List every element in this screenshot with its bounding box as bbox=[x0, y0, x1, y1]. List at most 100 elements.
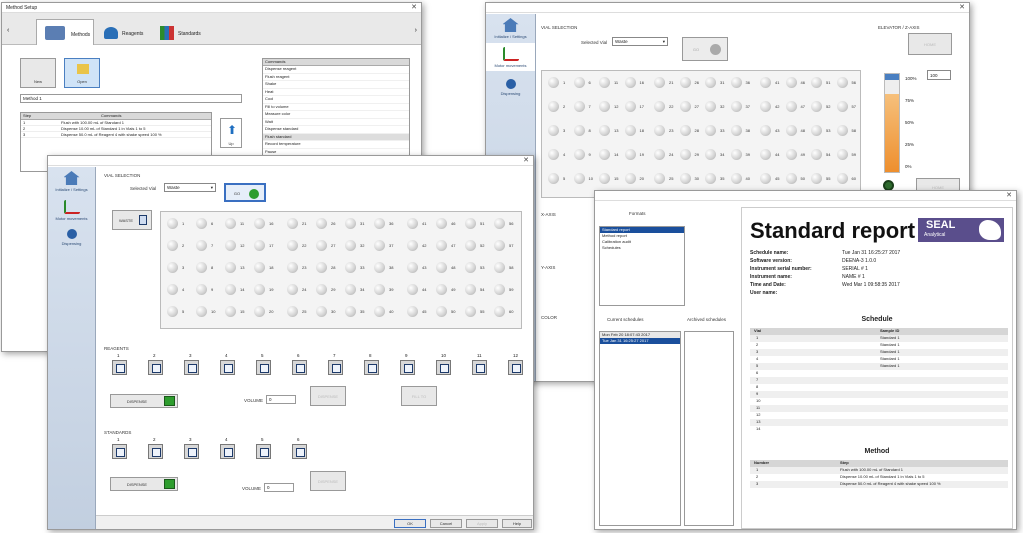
vial-button[interactable] bbox=[836, 101, 848, 112]
fill-to-button[interactable]: FILL TO bbox=[401, 386, 437, 406]
position-button[interactable] bbox=[436, 360, 451, 375]
vial-button[interactable] bbox=[374, 218, 385, 229]
vial-button[interactable] bbox=[196, 262, 207, 273]
go-button[interactable]: GO bbox=[682, 37, 728, 61]
vial-button[interactable] bbox=[407, 218, 418, 229]
vial-button[interactable] bbox=[679, 149, 691, 160]
vial-button[interactable] bbox=[407, 262, 418, 273]
position-button[interactable] bbox=[220, 360, 235, 375]
vial-button[interactable] bbox=[548, 125, 559, 136]
vial-button[interactable] bbox=[316, 284, 327, 295]
list-item[interactable]: Record temperature bbox=[263, 141, 409, 149]
vial-button[interactable] bbox=[599, 101, 610, 112]
vial-button[interactable] bbox=[316, 306, 327, 317]
help-button[interactable]: Help bbox=[502, 519, 532, 528]
list-item[interactable]: Wait bbox=[263, 119, 409, 126]
vial-button[interactable] bbox=[654, 125, 665, 136]
vial-button[interactable] bbox=[316, 240, 327, 251]
position-button[interactable] bbox=[112, 444, 127, 459]
position-button[interactable] bbox=[292, 360, 307, 375]
new-button[interactable]: New bbox=[20, 58, 56, 88]
vial-button[interactable] bbox=[730, 101, 742, 112]
vial-button[interactable] bbox=[494, 240, 505, 251]
vial-button[interactable] bbox=[225, 306, 236, 317]
vial-button[interactable] bbox=[436, 284, 447, 295]
vial-button[interactable] bbox=[254, 262, 265, 273]
vial-button[interactable] bbox=[730, 173, 742, 184]
close-icon[interactable]: ✕ bbox=[959, 3, 965, 13]
position-button[interactable] bbox=[256, 360, 271, 375]
vial-button[interactable] bbox=[407, 284, 418, 295]
vial-button[interactable] bbox=[225, 284, 236, 295]
vial-button[interactable] bbox=[167, 284, 178, 295]
dispense-reagent-button[interactable]: DISPENSE bbox=[110, 394, 178, 408]
vial-button[interactable] bbox=[811, 77, 822, 88]
vial-button[interactable] bbox=[494, 306, 505, 317]
vial-button[interactable] bbox=[836, 77, 848, 88]
vial-button[interactable] bbox=[785, 77, 797, 88]
vial-button[interactable] bbox=[374, 306, 385, 317]
standard-volume-input[interactable]: 0 bbox=[264, 483, 294, 492]
list-item[interactable]: Cool bbox=[263, 96, 409, 104]
position-button[interactable] bbox=[184, 444, 199, 459]
vial-button[interactable] bbox=[287, 218, 298, 229]
vial-button[interactable] bbox=[624, 125, 636, 136]
position-button[interactable] bbox=[184, 360, 199, 375]
vial-button[interactable] bbox=[730, 125, 742, 136]
position-button[interactable] bbox=[328, 360, 343, 375]
vial-button[interactable] bbox=[811, 125, 822, 136]
tab-methods[interactable]: Methods bbox=[36, 19, 94, 45]
vial-button[interactable] bbox=[254, 284, 265, 295]
position-button[interactable] bbox=[220, 444, 235, 459]
vial-button[interactable] bbox=[760, 149, 771, 160]
vial-button[interactable] bbox=[196, 240, 207, 251]
vial-button[interactable] bbox=[760, 125, 771, 136]
vial-button[interactable] bbox=[654, 173, 665, 184]
vial-button[interactable] bbox=[836, 125, 848, 136]
vial-button[interactable] bbox=[436, 240, 447, 251]
vial-button[interactable] bbox=[225, 240, 236, 251]
nav-motor[interactable]: Motor movements bbox=[486, 43, 535, 71]
position-button[interactable] bbox=[148, 444, 163, 459]
vial-button[interactable] bbox=[345, 306, 356, 317]
vial-button[interactable] bbox=[374, 284, 385, 295]
nav-dispensing[interactable]: Dispensing bbox=[486, 75, 535, 96]
selected-vial-select[interactable]: Waste ▾ bbox=[164, 183, 216, 192]
vial-button[interactable] bbox=[287, 262, 298, 273]
vial-button[interactable] bbox=[654, 101, 665, 112]
vial-button[interactable] bbox=[254, 240, 265, 251]
position-button[interactable] bbox=[256, 444, 271, 459]
vial-button[interactable] bbox=[811, 173, 822, 184]
vial-button[interactable] bbox=[573, 173, 585, 184]
vial-button[interactable] bbox=[705, 149, 716, 160]
vial-button[interactable] bbox=[287, 284, 298, 295]
vial-button[interactable] bbox=[679, 173, 691, 184]
vial-button[interactable] bbox=[705, 77, 716, 88]
nav-motor[interactable]: Motor movements bbox=[48, 196, 95, 221]
vial-button[interactable] bbox=[167, 218, 178, 229]
vial-button[interactable] bbox=[494, 262, 505, 273]
vial-button[interactable] bbox=[760, 77, 771, 88]
vial-button[interactable] bbox=[573, 77, 585, 88]
tab-standards[interactable]: Standards bbox=[152, 21, 212, 43]
vial-button[interactable] bbox=[345, 218, 356, 229]
vial-button[interactable] bbox=[465, 262, 476, 273]
vial-button[interactable] bbox=[654, 149, 665, 160]
vial-button[interactable] bbox=[599, 77, 610, 88]
vial-button[interactable] bbox=[573, 149, 585, 160]
go-button[interactable]: GO bbox=[224, 183, 266, 202]
vial-button[interactable] bbox=[345, 240, 356, 251]
vial-button[interactable] bbox=[465, 240, 476, 251]
list-item[interactable]: Heat bbox=[263, 89, 409, 96]
list-item[interactable]: Schedules bbox=[600, 245, 684, 251]
vial-button[interactable] bbox=[679, 77, 691, 88]
vial-button[interactable] bbox=[465, 306, 476, 317]
vial-button[interactable] bbox=[760, 101, 771, 112]
vial-button[interactable] bbox=[407, 240, 418, 251]
vial-button[interactable] bbox=[760, 173, 771, 184]
position-button[interactable] bbox=[112, 360, 127, 375]
vial-button[interactable] bbox=[573, 101, 585, 112]
vial-button[interactable] bbox=[599, 173, 610, 184]
dispense-standard-button[interactable]: DISPENSE bbox=[110, 477, 178, 491]
vial-button[interactable] bbox=[167, 262, 178, 273]
